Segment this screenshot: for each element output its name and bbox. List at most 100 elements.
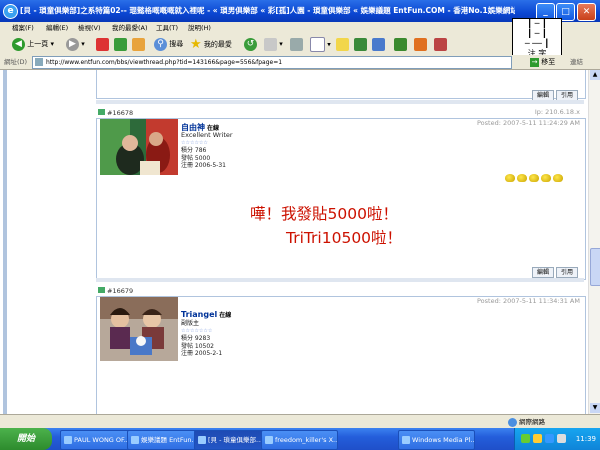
ime-row-2: ┃ ─ ┃ xyxy=(527,29,547,38)
taskbar: 開始 PAUL WONG OF... 娛樂議題 EntFun... [貝 - 瑣… xyxy=(0,428,600,450)
avatar-image xyxy=(100,119,178,175)
user-post-count: 發帖 5000 xyxy=(181,154,211,162)
go-arrow-icon: → xyxy=(530,57,539,67)
start-button[interactable]: 開始 xyxy=(0,428,52,450)
search-icon: ⚲ xyxy=(154,37,167,51)
browser-window: e [貝 - 瑣童俱樂部]之系特篇02-- 琨懿格嘅嘅嘅就入裡呢 - « 瑣男俱… xyxy=(0,0,600,450)
app-icon xyxy=(64,436,72,444)
notes-button[interactable] xyxy=(336,37,349,52)
go-button[interactable]: → 移至 xyxy=(530,56,555,68)
user-registered: 注冊 2006-5-31 xyxy=(181,162,226,169)
address-label: 網址(D) xyxy=(4,58,28,66)
avatar xyxy=(100,297,178,361)
mail-button[interactable]: ▾ xyxy=(264,37,283,52)
edit-button[interactable]: 編輯 xyxy=(531,267,554,278)
task-button[interactable]: PAUL WONG OF... xyxy=(60,430,137,450)
username[interactable]: Triangel 在線 xyxy=(181,310,231,319)
ie-logo-icon: e xyxy=(3,4,18,19)
addon-button[interactable] xyxy=(394,37,407,52)
smiley-row xyxy=(505,174,565,184)
close-button[interactable]: ✕ xyxy=(577,3,596,21)
notes-icon xyxy=(336,37,349,51)
ime-row-1: ┃ ─ ┃ xyxy=(527,19,547,28)
home-button[interactable] xyxy=(132,37,145,52)
post-time: Posted: 2007-5-11 11:34:31 AM xyxy=(476,297,580,305)
task-button[interactable]: 娛樂議題 EntFun... xyxy=(127,430,204,450)
zone-label: 網際網路 xyxy=(519,418,545,426)
vertical-scrollbar[interactable]: ▲ ▼ xyxy=(588,70,600,414)
user-info: Excellent Writer ☆☆☆☆☆☆ 積分 786 發帖 5000 注… xyxy=(181,131,233,170)
post-number-text: #16679 xyxy=(107,287,134,295)
task-button[interactable]: freedom_killer's X... xyxy=(261,430,338,450)
post-separator xyxy=(96,100,584,104)
address-input[interactable]: http://www.entfun.com/bbs/viewthread.php… xyxy=(32,56,512,69)
window-title: [貝 - 瑣童俱樂部]之系特篇02-- 琨懿格嘅嘅嘅就入裡呢 - « 瑣男俱樂部… xyxy=(20,6,515,15)
back-button[interactable]: ◀ 上一頁 ▾ xyxy=(12,37,54,52)
task-label: 娛樂議題 EntFun... xyxy=(141,436,198,444)
post-message-line-2: TriTri10500啦！ xyxy=(286,229,403,247)
print-button[interactable] xyxy=(290,37,303,52)
task-button[interactable]: Windows Media Pl... xyxy=(398,430,475,450)
star-icon: ★ xyxy=(190,37,202,52)
task-label: [貝 - 瑣童俱樂部... xyxy=(208,436,263,444)
smiley-icon xyxy=(529,174,539,182)
scroll-down-button[interactable]: ▼ xyxy=(590,403,600,413)
smiley-icon xyxy=(553,174,563,182)
favorites-button[interactable]: ★ 我的最愛 xyxy=(190,37,232,52)
user-post-count: 發帖 10502 xyxy=(181,342,214,350)
forward-button[interactable]: ▶ ▾ xyxy=(66,37,85,52)
username-text[interactable]: Triangel xyxy=(181,310,217,319)
download-icon xyxy=(414,37,427,51)
tray-icon[interactable] xyxy=(533,434,542,443)
task-button-active[interactable]: [貝 - 瑣童俱樂部... xyxy=(194,430,271,450)
stop-icon xyxy=(96,37,109,51)
tools-icon xyxy=(434,37,447,51)
tools-button[interactable] xyxy=(434,37,447,52)
word-icon xyxy=(310,37,325,52)
menu-file[interactable]: 檔案(F) xyxy=(12,22,34,34)
word-button[interactable]: ▾ xyxy=(310,37,331,52)
refresh-button[interactable] xyxy=(114,37,127,52)
menu-view[interactable]: 檢視(V) xyxy=(78,22,101,34)
back-label: 上一頁 xyxy=(27,40,49,48)
post-16678-buttons: 編輯 引用 xyxy=(530,267,578,278)
user-rank-stars: ☆☆☆☆☆☆☆ xyxy=(181,327,213,334)
scroll-thumb[interactable] xyxy=(590,248,600,286)
search-button[interactable]: ⚲ 搜尋 xyxy=(154,37,183,52)
smiley-icon xyxy=(541,174,551,182)
app-icon xyxy=(265,436,273,444)
menu-help[interactable]: 說明(H) xyxy=(188,22,211,34)
menu-favorites[interactable]: 我的最愛(A) xyxy=(112,22,148,34)
tray-icon[interactable] xyxy=(521,434,530,443)
quote-button[interactable]: 引用 xyxy=(555,267,578,278)
history-icon: ↺ xyxy=(244,37,257,51)
scroll-up-button[interactable]: ▲ xyxy=(590,70,600,80)
user-points: 積分 786 xyxy=(181,147,207,154)
tray-icon[interactable] xyxy=(545,434,554,443)
links-button[interactable]: 連結 xyxy=(570,55,583,69)
research-button[interactable] xyxy=(372,37,385,52)
volume-icon[interactable] xyxy=(557,434,566,443)
download-button[interactable] xyxy=(414,37,427,52)
stop-button[interactable] xyxy=(96,37,109,52)
avatar xyxy=(100,119,178,175)
menu-edit[interactable]: 編輯(E) xyxy=(46,22,68,34)
messenger-button[interactable] xyxy=(354,37,367,52)
smiley-icon xyxy=(517,174,527,182)
research-icon xyxy=(372,37,385,51)
address-bar: 網址(D) http://www.entfun.com/bbs/viewthre… xyxy=(0,55,600,70)
user-title: Excellent Writer xyxy=(181,131,233,139)
previous-post xyxy=(96,70,586,99)
home-icon xyxy=(132,37,145,51)
ime-row-3: ─ ── ┃ xyxy=(524,39,550,48)
task-label: PAUL WONG OF... xyxy=(74,436,130,444)
user-title: 副版主 xyxy=(181,320,200,327)
menu-tools[interactable]: 工具(T) xyxy=(156,22,178,34)
history-button[interactable]: ↺ xyxy=(244,37,257,52)
post-icon xyxy=(98,109,105,115)
app-icon xyxy=(131,436,139,444)
messenger-icon xyxy=(354,37,367,51)
user-rank-stars: ☆☆☆☆☆☆ xyxy=(181,139,208,146)
system-tray: 11:39 xyxy=(514,428,600,450)
smiley-icon xyxy=(505,174,515,182)
